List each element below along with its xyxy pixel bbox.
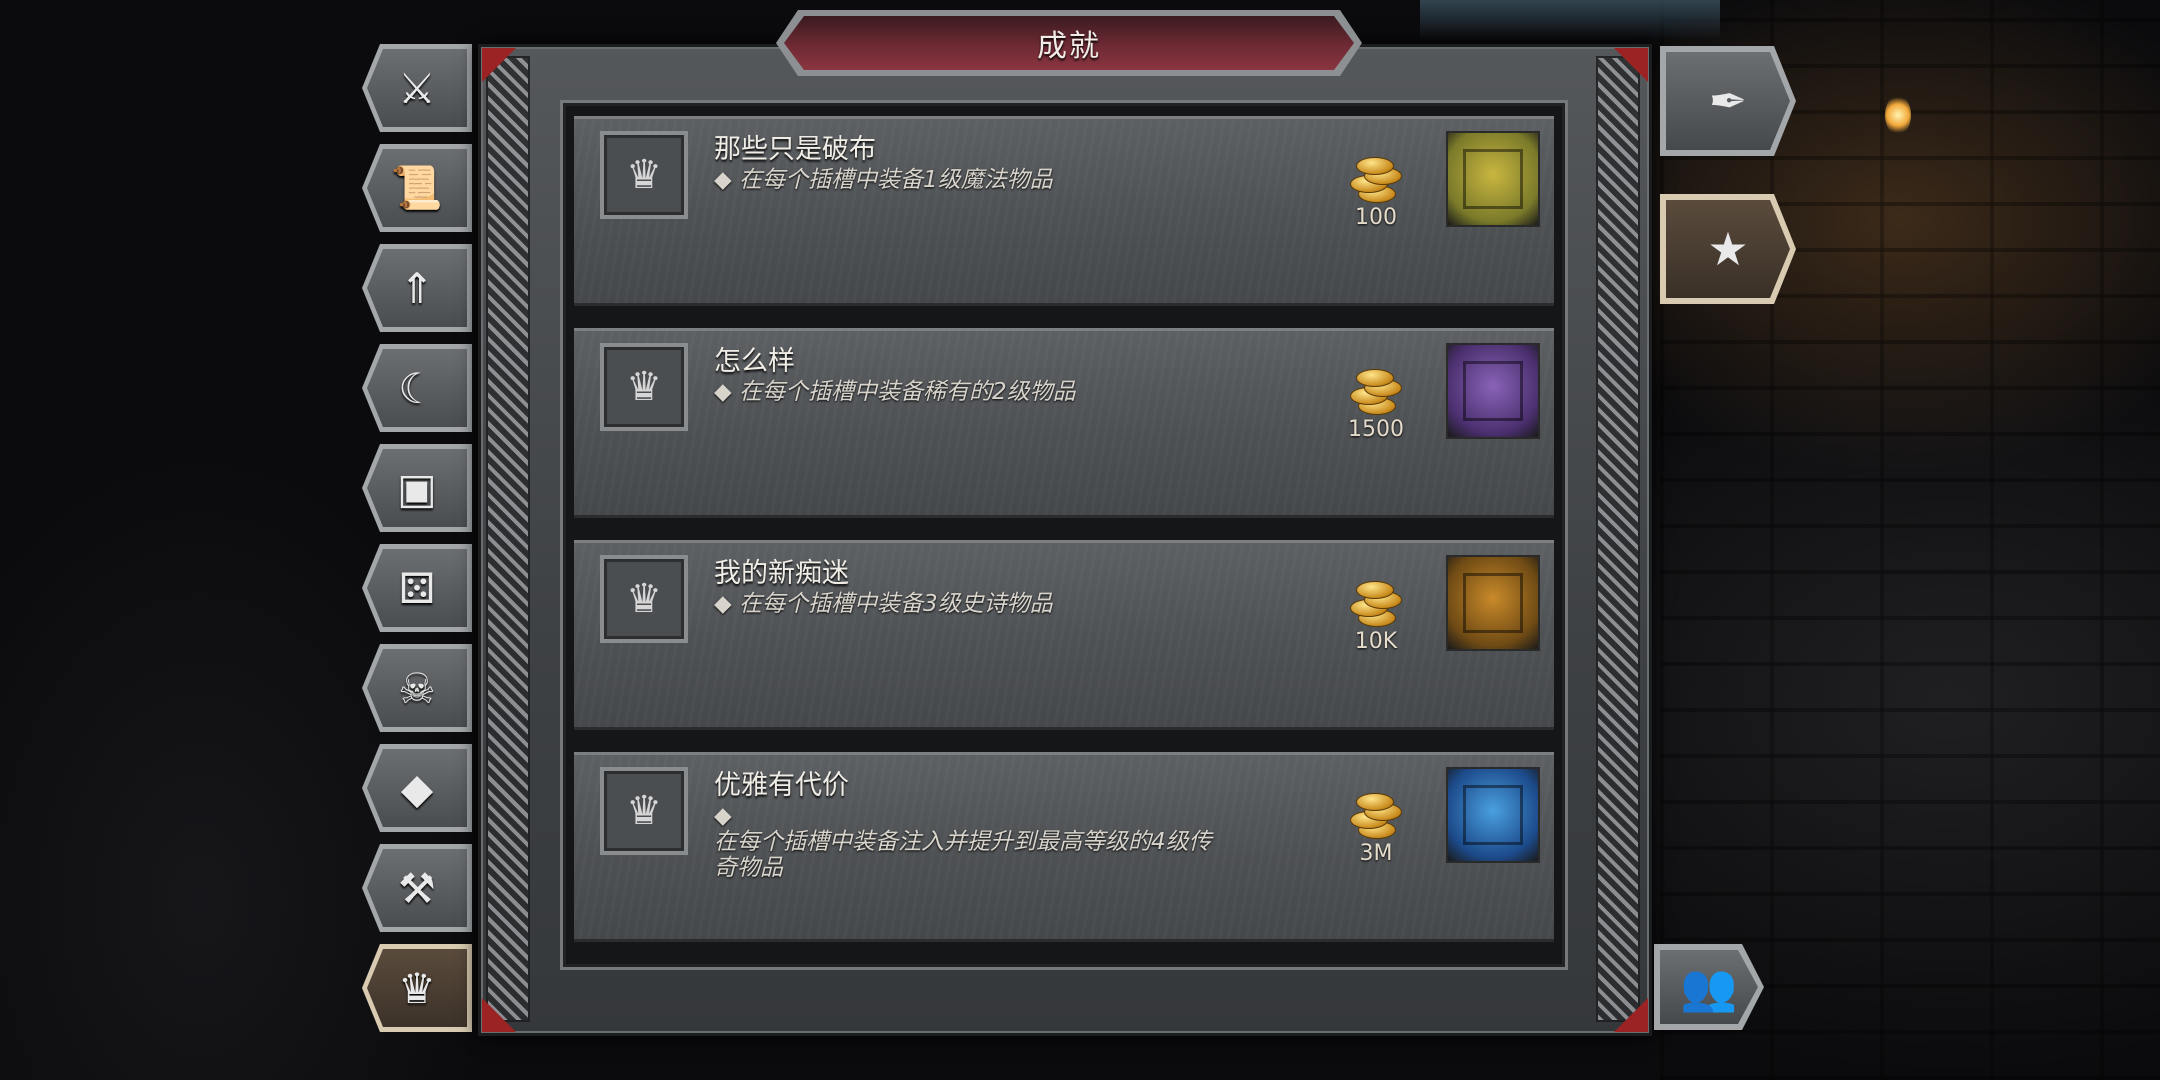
achievement-trophy-icon: ♛	[600, 555, 688, 643]
achievement-title: 我的新痴迷	[714, 558, 849, 589]
achievement-trophy-icon: ♛	[600, 131, 688, 219]
gold-reward-amount: 100	[1355, 205, 1397, 230]
nav-winged-arrow-button[interactable]: ⇑	[362, 244, 472, 332]
reward-chest-icon	[1446, 131, 1540, 227]
achievement-trophy-icon: ♛	[367, 949, 467, 1027]
scroll-icon: 📜	[367, 149, 467, 227]
gold-coins-icon	[1350, 359, 1402, 415]
celtic-knot-border-left	[486, 56, 530, 1022]
page-title: 成就	[784, 16, 1354, 70]
group-icon: 👥	[1660, 950, 1758, 1024]
nav-scroll-button[interactable]: 📜	[362, 144, 472, 232]
dice-icon: ⚄	[367, 549, 467, 627]
achievement-description: ◆ 在每个插槽中装备稀有的2级物品	[714, 379, 1076, 405]
celtic-knot-border-right	[1596, 56, 1640, 1022]
achievement-row[interactable]: ♛ 怎么样 ◆ 在每个插槽中装备稀有的2级物品 1500	[574, 328, 1554, 518]
achievement-description: ◆ 在每个插槽中装备注入并提升到最高等级的4级传奇物品	[714, 803, 1212, 881]
gold-coins-icon	[1350, 571, 1402, 627]
corner-ornament	[1614, 998, 1648, 1032]
nav-diamond-button[interactable]: ◆	[362, 744, 472, 832]
moon-blade-icon: ☾	[367, 349, 467, 427]
nav-group-button[interactable]: 👥	[1654, 944, 1764, 1030]
nav-sword-button[interactable]: ⚔	[362, 44, 472, 132]
laurel-star-icon: ★	[1666, 200, 1790, 298]
background-light	[1420, 0, 1720, 40]
torch-light	[1885, 95, 1911, 135]
nav-laurel-star-button[interactable]: ★	[1660, 194, 1796, 304]
diamond-icon: ◆	[367, 749, 467, 827]
achievement-row[interactable]: ♛ 我的新痴迷 ◆ 在每个插槽中装备3级史诗物品 10K	[574, 540, 1554, 730]
reward-chest-icon	[1446, 343, 1540, 439]
hammer-icon: ⚒	[367, 849, 467, 927]
achievement-title: 优雅有代价	[714, 770, 849, 801]
nav-achievement-trophy-button[interactable]: ♛	[362, 944, 472, 1032]
nav-dice-button[interactable]: ⚄	[362, 544, 472, 632]
gold-coins-icon	[1350, 147, 1402, 203]
nav-moon-blade-button[interactable]: ☾	[362, 344, 472, 432]
achievement-title: 怎么样	[714, 346, 795, 377]
reward-chest-icon	[1446, 555, 1540, 651]
sword-icon: ⚔	[367, 49, 467, 127]
achievement-row[interactable]: ♛ 优雅有代价 ◆ 在每个插槽中装备注入并提升到最高等级的4级传奇物品 3M	[574, 752, 1554, 942]
corner-ornament	[482, 998, 516, 1032]
achievement-description: ◆ 在每个插槽中装备1级魔法物品	[714, 167, 1053, 193]
gold-coins-icon	[1350, 783, 1402, 839]
nav-horned-skull-button[interactable]: ☠	[362, 644, 472, 732]
nav-feather-button[interactable]: ✒	[1660, 46, 1796, 156]
corner-ornament	[1614, 48, 1648, 82]
winged-arrow-icon: ⇑	[367, 249, 467, 327]
gold-reward-amount: 10K	[1354, 629, 1398, 654]
achievement-description: ◆ 在每个插槽中装备3级史诗物品	[714, 591, 1053, 617]
gold-reward-amount: 1500	[1348, 417, 1404, 442]
achievement-row[interactable]: ♛ 那些只是破布 ◆ 在每个插槽中装备1级魔法物品 100	[574, 116, 1554, 306]
gold-reward-amount: 3M	[1359, 841, 1393, 866]
achievement-trophy-icon: ♛	[600, 767, 688, 855]
corner-ornament	[482, 48, 516, 82]
reward-chest-icon	[1446, 767, 1540, 863]
achievement-trophy-icon: ♛	[600, 343, 688, 431]
chest-icon: ▣	[367, 449, 467, 527]
achievement-title: 那些只是破布	[714, 134, 876, 165]
nav-hammer-button[interactable]: ⚒	[362, 844, 472, 932]
feather-icon: ✒	[1666, 52, 1790, 150]
nav-chest-button[interactable]: ▣	[362, 444, 472, 532]
dungeon-wall-background	[1660, 0, 2160, 1080]
horned-skull-icon: ☠	[367, 649, 467, 727]
